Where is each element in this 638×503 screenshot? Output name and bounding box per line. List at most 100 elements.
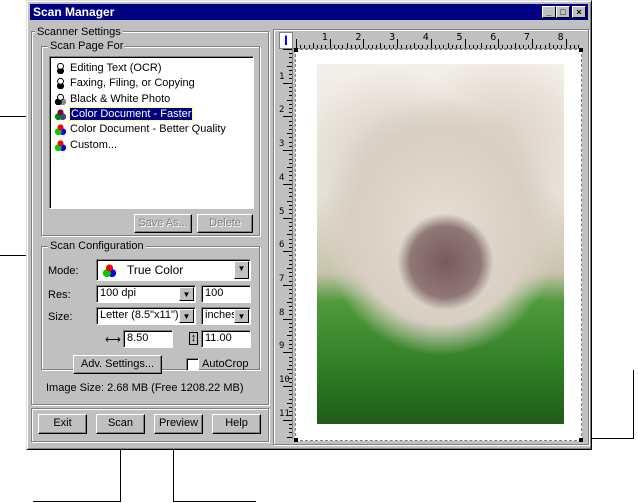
ruler-tick xyxy=(287,65,292,67)
ruler-tick xyxy=(498,39,500,48)
crop-handle[interactable] xyxy=(579,438,583,442)
delete-button[interactable]: Delete xyxy=(197,214,253,233)
ruler-tick xyxy=(317,45,319,48)
ruler-tick xyxy=(418,45,420,48)
list-item[interactable]: Faxing, Filing, or Copying xyxy=(52,76,251,91)
ruler-label: 6 xyxy=(490,32,497,43)
units-select[interactable]: inches ▼ xyxy=(201,307,251,325)
ruler-tick xyxy=(489,45,491,48)
scan-type-list[interactable]: Editing Text (OCR) Faxing, Filing, or Cop… xyxy=(49,56,254,209)
ruler-label: 3 xyxy=(389,32,396,43)
ruler-tick xyxy=(287,133,292,135)
scan-page-for-group: Scan Page For Editing Text (OCR) Faxing, … xyxy=(41,40,260,236)
ruler-tick xyxy=(283,49,292,50)
ruler-tick xyxy=(456,45,458,48)
ruler-tick xyxy=(289,398,292,400)
ruler-label: 7 xyxy=(523,32,530,43)
res-label: Res: xyxy=(48,289,71,301)
close-button[interactable]: × xyxy=(572,6,586,18)
callout-line-preview-btn-v xyxy=(173,441,174,502)
ruler-label: 5 xyxy=(456,32,463,43)
list-item[interactable]: Editing Text (OCR) xyxy=(52,61,251,76)
ruler-tick xyxy=(289,242,292,244)
list-item[interactable]: Color Document - Better Quality xyxy=(52,122,251,137)
chevron-down-icon[interactable]: ▼ xyxy=(234,309,249,323)
res-select[interactable]: 100 dpi ▼ xyxy=(96,285,196,303)
ruler-tick xyxy=(289,327,292,329)
ruler-tick xyxy=(557,45,559,48)
chevron-down-icon[interactable]: ▼ xyxy=(179,287,194,301)
chevron-down-icon[interactable]: ▼ xyxy=(234,261,249,279)
ruler-tick xyxy=(388,45,390,48)
ruler-tick xyxy=(289,103,292,105)
height-input[interactable]: 11.00 xyxy=(201,330,251,348)
ruler-tick xyxy=(426,45,428,48)
ruler-tick xyxy=(289,293,292,295)
autocrop-checkbox[interactable] xyxy=(186,358,199,371)
ruler-tick xyxy=(289,120,292,122)
ruler-tick xyxy=(536,45,538,48)
callout-line-preview-btn-h xyxy=(173,501,256,502)
ruler-tick xyxy=(289,107,292,109)
help-button[interactable]: Help xyxy=(212,414,261,434)
ruler-tick xyxy=(460,45,462,48)
ruler-tick xyxy=(289,356,292,358)
adv-settings-button[interactable]: Adv. Settings... xyxy=(73,355,162,374)
crop-handle[interactable] xyxy=(579,48,583,52)
ruler-tick xyxy=(289,91,292,93)
ruler-tick xyxy=(289,171,292,173)
autocrop-label: AutoCrop xyxy=(202,358,249,370)
crop-handle[interactable] xyxy=(294,438,298,442)
scan-preview-area[interactable] xyxy=(294,48,583,442)
color-dim-icon xyxy=(55,108,66,120)
res-input[interactable]: 100 xyxy=(201,285,251,303)
preview-button[interactable]: Preview xyxy=(154,414,203,434)
minimize-button[interactable]: _ xyxy=(542,6,556,18)
color-icon xyxy=(55,124,66,136)
ruler-tick xyxy=(548,43,550,48)
maximize-button[interactable]: □ xyxy=(556,6,570,18)
ruler-label: 4 xyxy=(279,172,285,183)
ruler-tick xyxy=(304,45,306,48)
ruler-tick xyxy=(289,360,292,362)
ruler-tick xyxy=(359,45,361,48)
ruler-label: 10 xyxy=(279,375,290,385)
grayscale-icon xyxy=(55,93,66,105)
ruler-tick xyxy=(287,99,292,101)
scan-button[interactable]: Scan xyxy=(96,414,145,434)
ruler-tick xyxy=(289,305,292,307)
ruler-tick xyxy=(333,45,335,48)
ruler-tick xyxy=(540,45,542,48)
ruler-label: 2 xyxy=(355,32,362,43)
image-size-text: Image Size: 2.68 MB (Free 1208.22 MB) xyxy=(46,382,244,394)
list-item[interactable]: Black & White Photo xyxy=(52,92,251,107)
ruler-label: 9 xyxy=(279,341,285,352)
ruler-tick xyxy=(392,45,394,48)
ruler-tick xyxy=(510,45,512,48)
crop-handle[interactable] xyxy=(294,48,298,52)
ruler-tick xyxy=(287,436,292,438)
ruler-tick xyxy=(283,82,292,84)
ruler-tick xyxy=(289,423,292,425)
exit-button[interactable]: Exit xyxy=(38,414,87,434)
width-input[interactable]: 8.50 xyxy=(123,330,173,348)
save-as-button[interactable]: Save As... xyxy=(134,214,192,233)
scan-configuration-group: Scan Configuration Mode: True Color ▼ Re… xyxy=(41,240,260,370)
ruler-tick xyxy=(376,45,378,48)
ruler-label: 1 xyxy=(279,71,285,82)
list-item-label: Color Document - Better Quality xyxy=(70,123,226,136)
ruler-tick xyxy=(289,348,292,350)
scan-manager-window: Scan Manager _ □ × Scanner Settings Scan… xyxy=(26,0,592,450)
ruler-tick xyxy=(300,45,302,48)
size-select[interactable]: Letter (8.5"x11") ▼ xyxy=(96,307,196,325)
ruler-tick xyxy=(439,45,441,48)
chevron-down-icon[interactable]: ▼ xyxy=(179,309,194,323)
ruler-corner-unit-button[interactable]: I xyxy=(279,32,293,49)
ruler-tick xyxy=(493,45,495,48)
ruler-tick xyxy=(289,255,292,257)
mode-select[interactable]: True Color ▼ xyxy=(96,259,251,281)
ruler-tick xyxy=(289,192,292,194)
list-item[interactable]: Color Document - Faster xyxy=(52,106,251,122)
list-item[interactable]: Custom... xyxy=(52,138,251,153)
ruler-tick xyxy=(289,343,292,345)
